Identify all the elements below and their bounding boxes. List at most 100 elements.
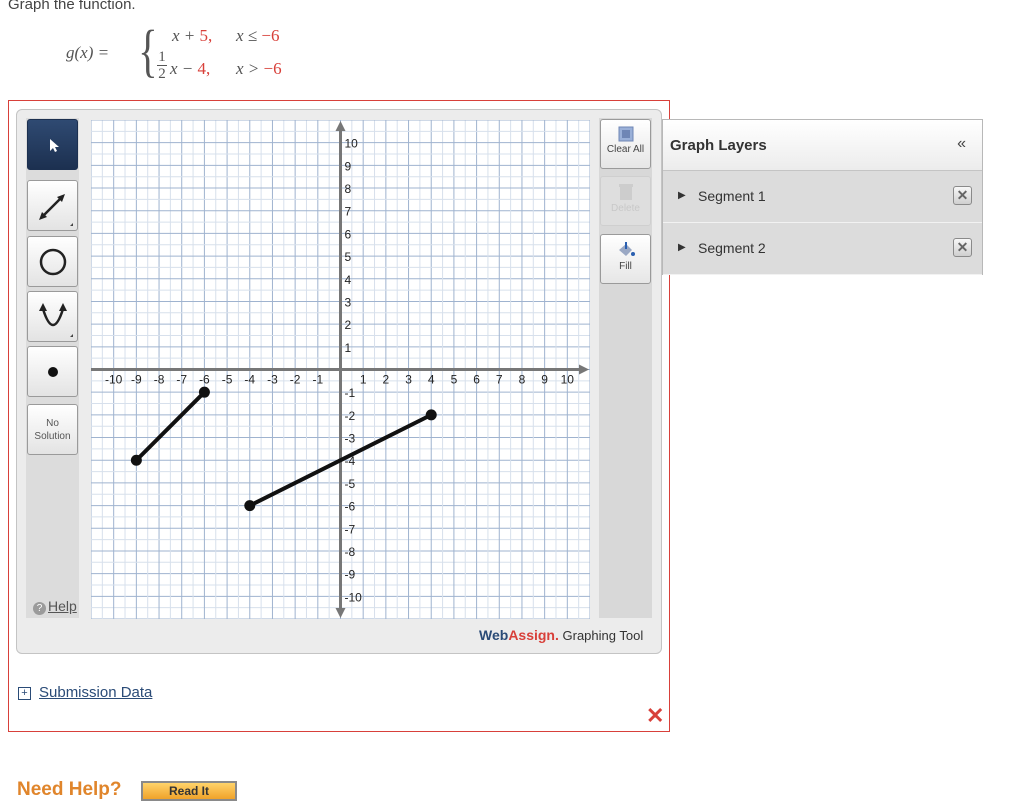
piece-1-cond: x ≤ (236, 26, 262, 45)
x-tick-label: -2 (290, 373, 301, 387)
fill-label: Fill (619, 261, 632, 272)
layer-item[interactable]: ▶ Segment 1 ✕ (663, 171, 982, 223)
no-solution-label: No Solution (34, 417, 70, 443)
piecewise-brace: { (138, 18, 158, 83)
segment-endpoint[interactable] (198, 386, 210, 398)
circle-icon (39, 248, 66, 275)
x-tick-label: -7 (176, 373, 187, 387)
x-tick-label: -6 (199, 373, 210, 387)
need-help-label: Need Help? (17, 779, 122, 800)
y-tick-label: 5 (345, 250, 352, 264)
collapse-panel-icon[interactable]: « (957, 135, 966, 153)
x-tick-label: -4 (244, 373, 255, 387)
piece-1-condition: x ≤ −6 (236, 26, 279, 46)
x-tick-label: 6 (473, 373, 480, 387)
brand-tool-name: Graphing Tool (558, 628, 644, 643)
x-axis-arrow (579, 364, 589, 375)
clear-all-button[interactable]: Clear All (600, 119, 651, 169)
brand-assign: Assign. (508, 627, 559, 643)
y-axis-arrow (335, 608, 346, 618)
piece-2-cond: x > (236, 59, 264, 78)
x-tick-label: 9 (541, 373, 548, 387)
submission-data-toggle[interactable]: + Submission Data (18, 684, 152, 701)
function-name: g(x) = (66, 43, 110, 62)
segment-endpoint[interactable] (425, 409, 437, 421)
expand-triangle-icon[interactable]: ▶ (678, 190, 686, 201)
y-tick-label: 2 (345, 318, 352, 332)
layer-label: Segment 2 (698, 240, 766, 256)
x-tick-label: -8 (154, 373, 165, 387)
coordinate-grid[interactable]: -10 -9 -8 -7 -6 -5 -4 -3 -2 -1 1 2 3 4 5 6 7 8 9 10 10 9 8 7 6 5 4… (91, 120, 590, 619)
y-tick-label: -9 (345, 568, 356, 582)
point-icon (47, 366, 58, 377)
y-tick-label: 3 (345, 295, 352, 309)
delete-layer-icon[interactable]: ✕ (953, 238, 972, 257)
no-solution-line2: Solution (34, 430, 71, 442)
y-tick-label: 1 (345, 341, 352, 355)
submission-data-link[interactable]: Submission Data (39, 684, 152, 701)
help-icon: ? (33, 602, 46, 615)
layer-label: Segment 1 (698, 188, 766, 204)
graph-layers-panel: Graph Layers « ▶ Segment 1 ✕ ▶ Segment 2… (662, 119, 983, 275)
help-link[interactable]: ? Help (33, 598, 77, 615)
y-tick-label: 9 (345, 159, 352, 173)
x-tick-label: -9 (131, 373, 142, 387)
y-tick-label: -6 (345, 500, 356, 514)
no-solution-button[interactable]: No Solution (27, 404, 78, 455)
axes (91, 121, 589, 618)
expand-triangle-icon[interactable]: ▶ (678, 242, 686, 253)
graph-layers-header: Graph Layers « (663, 120, 982, 171)
line-segment-icon (38, 193, 73, 226)
clear-all-icon (618, 126, 633, 142)
circle-tool-button[interactable] (27, 236, 78, 287)
y-tick-label: -8 (345, 545, 356, 559)
y-tick-label: 8 (345, 182, 352, 196)
parabola-tool-button[interactable] (27, 291, 78, 342)
question-prompt: Graph the function. (8, 0, 136, 13)
pointer-icon (49, 138, 59, 152)
y-tick-label: -2 (345, 409, 356, 423)
piece-2-expr: x − (170, 59, 198, 78)
y-tick-label: -3 (345, 432, 356, 446)
webassign-brand: WebAssign. Graphing Tool (479, 627, 643, 643)
x-tick-label: 7 (496, 373, 503, 387)
pointer-tool-button[interactable] (27, 119, 78, 170)
point-tool-button[interactable] (27, 346, 78, 397)
y-tick-label: -10 (345, 590, 363, 604)
piece-1-cond-val: −6 (261, 26, 280, 45)
piece-1-const: 5, (199, 26, 213, 45)
segment-endpoint[interactable] (244, 500, 256, 512)
piece-2-const: 4, (197, 59, 211, 78)
no-solution-line1: No (46, 417, 59, 429)
fill-button[interactable]: Fill (600, 234, 651, 284)
x-tick-label: -5 (222, 373, 233, 387)
piece-2-cond-val: −6 (263, 59, 282, 78)
delete-layer-icon[interactable]: ✕ (953, 186, 972, 205)
paint-bucket-icon (618, 242, 635, 256)
help-label: Help (48, 598, 77, 614)
piece-1-expr: x + (172, 26, 200, 45)
parabola-icon (38, 302, 73, 337)
expand-plus-icon: + (18, 687, 31, 700)
delete-button[interactable]: Delete (600, 176, 651, 226)
layer-item[interactable]: ▶ Segment 2 ✕ (663, 223, 982, 275)
y-axis-arrow (335, 121, 346, 131)
brand-web: Web (479, 627, 509, 643)
delete-label: Delete (611, 203, 640, 214)
x-tick-label: 3 (405, 373, 412, 387)
segment-endpoint[interactable] (130, 454, 142, 466)
clear-all-label: Clear All (606, 144, 645, 155)
y-tick-label: 7 (345, 205, 352, 219)
y-tick-label: -1 (345, 386, 356, 400)
y-tick-label: -5 (345, 477, 356, 491)
x-tick-label: -10 (105, 373, 123, 387)
x-tick-label: -3 (267, 373, 278, 387)
piece-2: x − 4, (170, 59, 210, 79)
x-tick-label: 4 (428, 373, 435, 387)
line-tool-button[interactable] (27, 180, 78, 231)
trash-icon (618, 184, 633, 200)
y-tick-label: 6 (345, 227, 352, 241)
piece-1: x + 5, (172, 26, 212, 46)
read-it-button[interactable]: Read It (141, 781, 237, 801)
fraction-denominator: 2 (158, 66, 166, 82)
